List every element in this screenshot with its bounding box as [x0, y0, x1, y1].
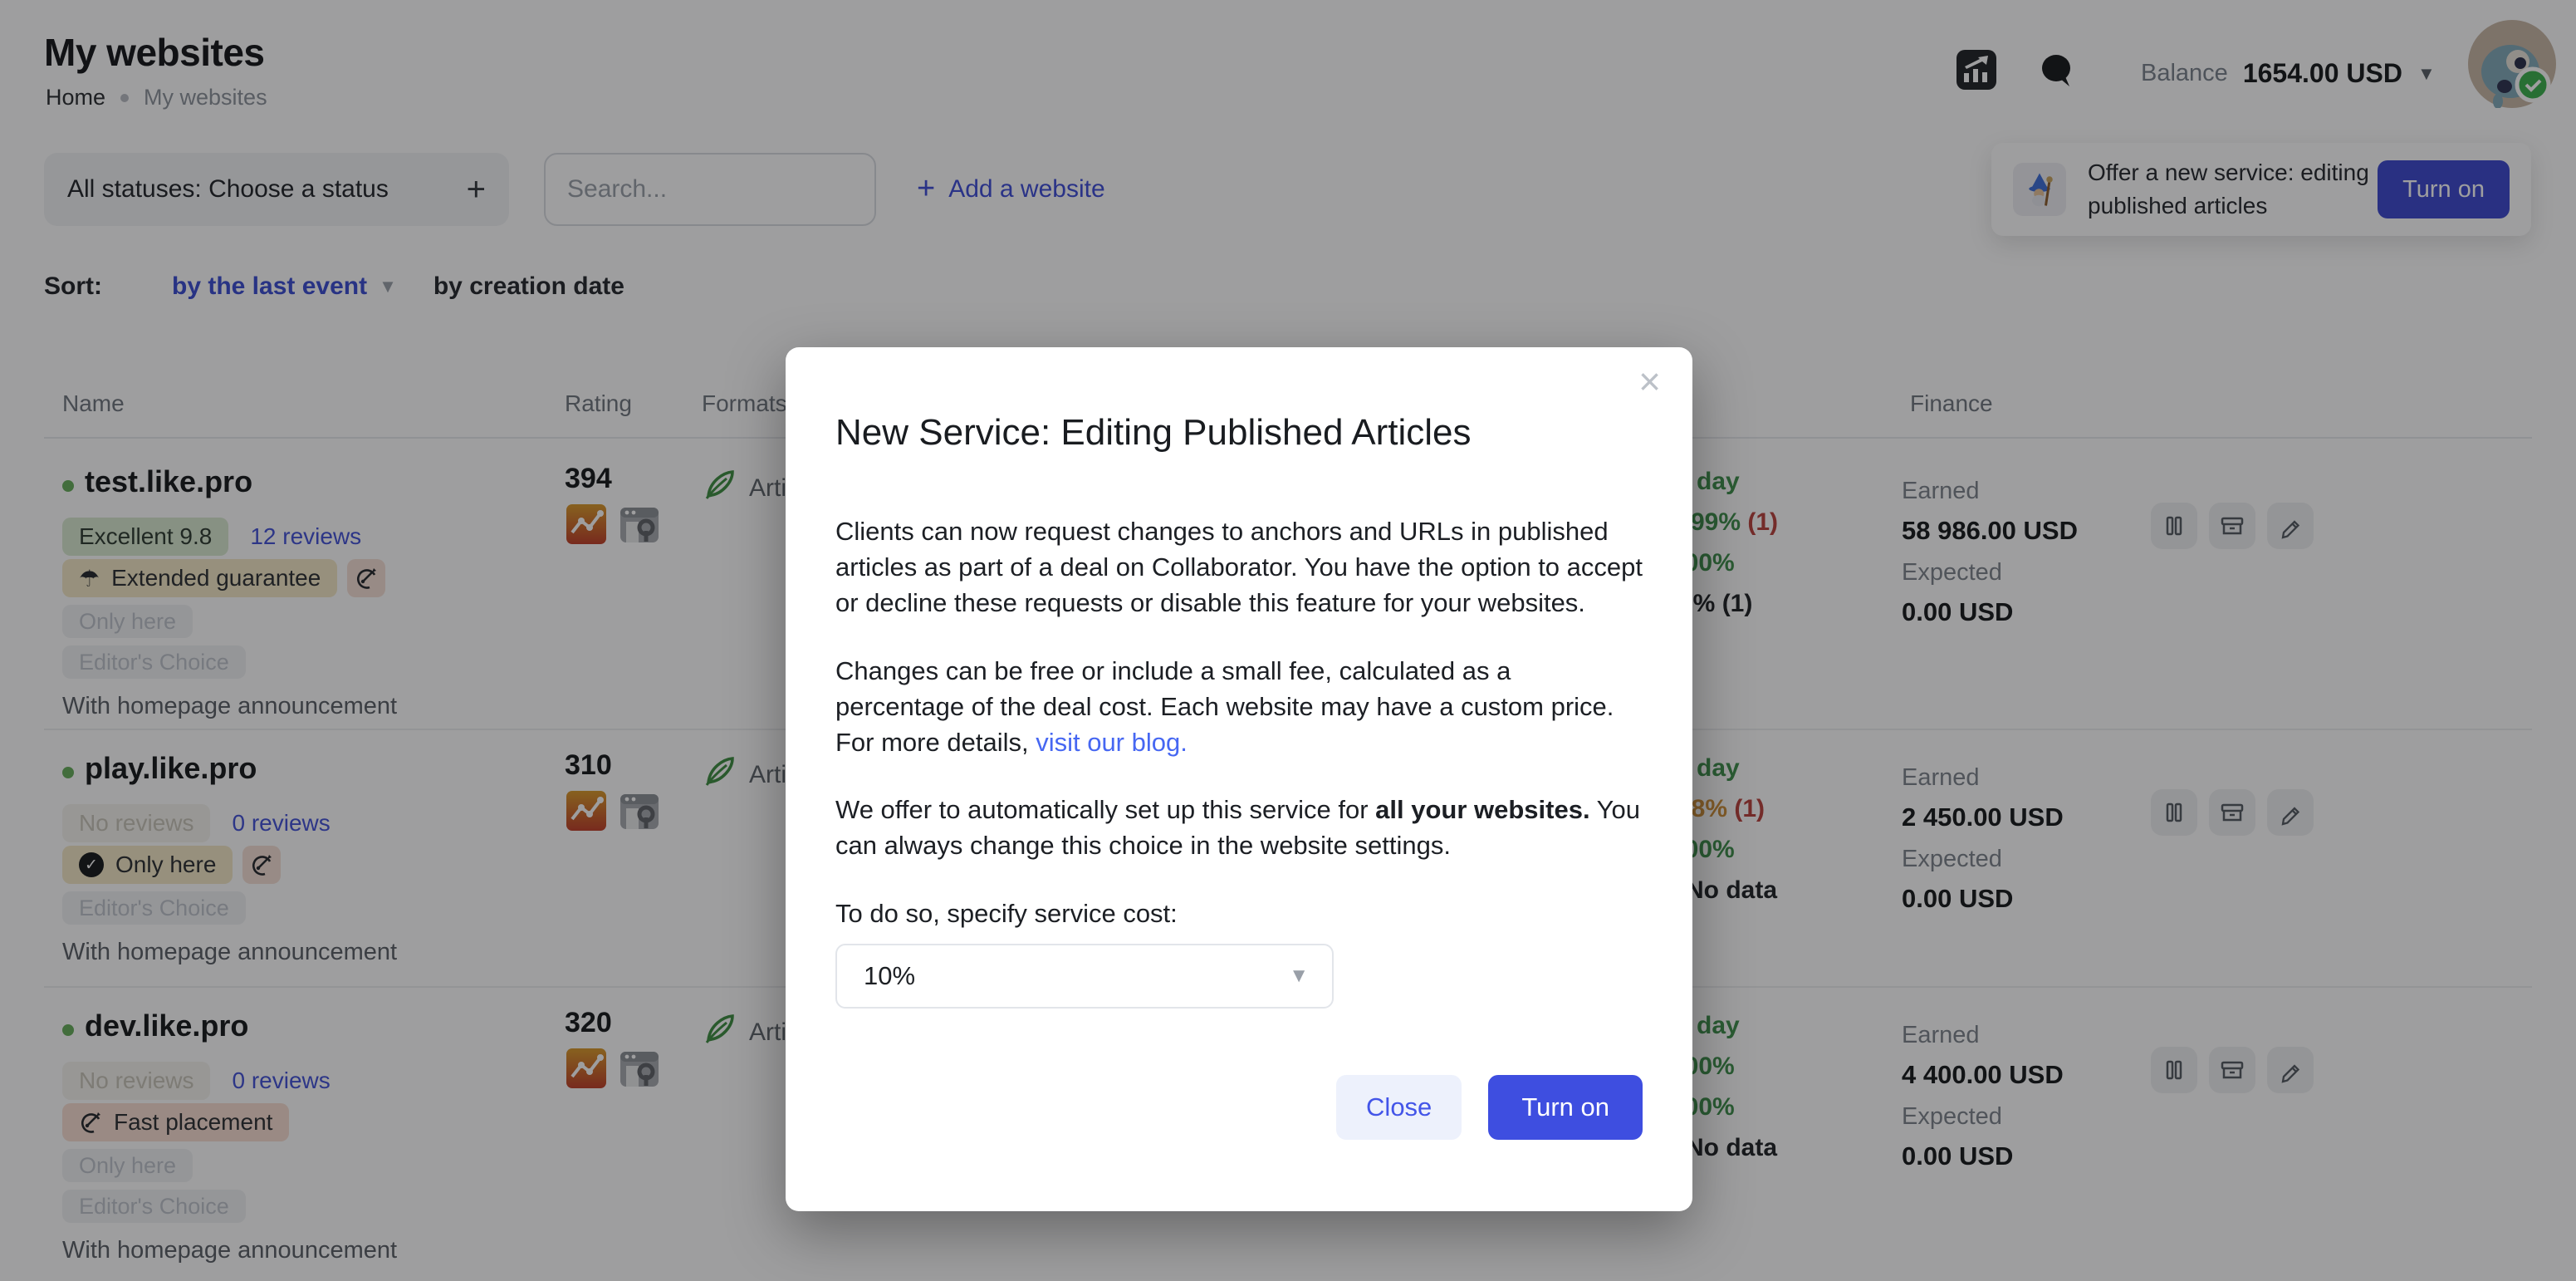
chevron-down-icon: ▼ — [1289, 964, 1309, 988]
my-websites-page: My websites Home My websites Balance 165… — [0, 0, 2576, 1281]
service-cost-value: 10% — [864, 961, 915, 991]
service-cost-label: To do so, specify service cost: — [835, 899, 1178, 929]
visit-blog-link[interactable]: visit our blog. — [1036, 728, 1188, 757]
modal-title: New Service: Editing Published Articles — [835, 412, 1471, 454]
modal-paragraph-3: We offer to automatically set up this se… — [835, 792, 1645, 863]
modal-paragraph-1: Clients can now request changes to ancho… — [835, 513, 1645, 621]
modal-close-button[interactable]: Close — [1336, 1075, 1462, 1140]
close-icon[interactable]: × — [1638, 362, 1661, 400]
modal-paragraph-2: Changes can be free or include a small f… — [835, 653, 1645, 760]
new-service-modal: × New Service: Editing Published Article… — [786, 347, 1692, 1211]
modal-turn-on-button[interactable]: Turn on — [1488, 1075, 1643, 1140]
service-cost-select[interactable]: 10% ▼ — [835, 944, 1334, 1009]
